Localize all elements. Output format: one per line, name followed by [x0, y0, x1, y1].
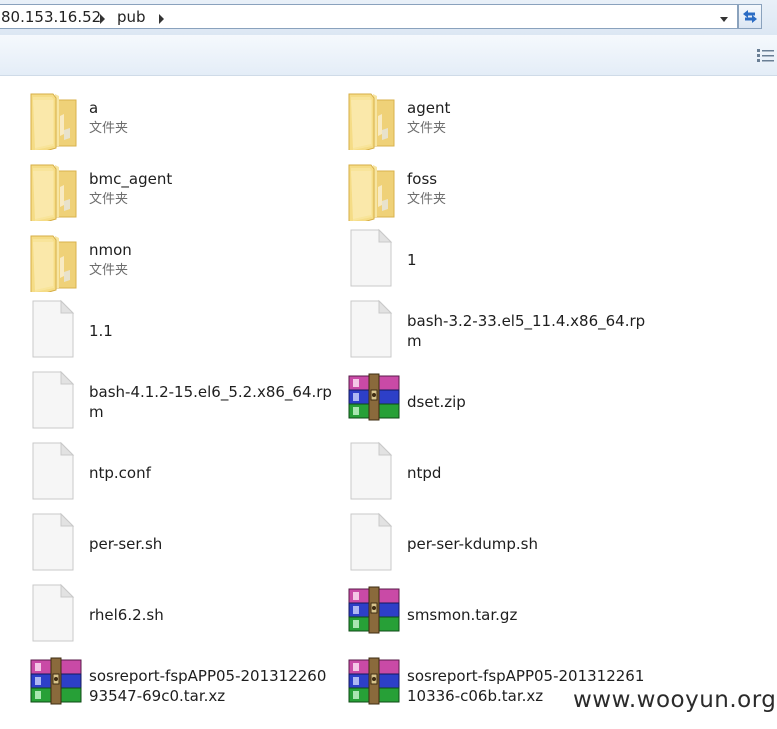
file-item[interactable]: per-ser.sh: [27, 512, 337, 576]
item-name: bash-4.1.2-15.el6_5.2.x86_64.rpm: [89, 383, 332, 421]
breadcrumb-separator-icon[interactable]: [159, 14, 164, 24]
item-name: bash-3.2-33.el5_11.4.x86_64.rpm: [407, 312, 646, 350]
item-name: foss: [407, 170, 438, 188]
folder-item[interactable]: nmon 文件夹: [27, 228, 337, 297]
file-item[interactable]: rhel6.2.sh: [27, 583, 337, 647]
address-dropdown-icon[interactable]: [717, 11, 731, 29]
breadcrumb-pub[interactable]: pub: [117, 8, 146, 26]
file-icon: [345, 228, 407, 292]
file-icon: [345, 441, 407, 505]
refresh-button[interactable]: [738, 4, 762, 29]
folder-icon: [345, 86, 407, 155]
file-icon: [345, 512, 407, 576]
item-type: 文件夹: [89, 192, 129, 207]
item-name: bmc_agent: [89, 170, 173, 188]
item-name: smsmon.tar.gz: [407, 606, 518, 624]
item-name: agent: [407, 99, 451, 117]
file-icon: [27, 299, 89, 363]
file-item[interactable]: 1: [345, 228, 655, 292]
item-type: 文件夹: [407, 121, 447, 136]
file-item[interactable]: ntp.conf: [27, 441, 337, 505]
item-name: ntp.conf: [89, 464, 151, 482]
watermark: www.wooyun.org: [570, 687, 777, 713]
file-item[interactable]: per-ser-kdump.sh: [345, 512, 655, 576]
item-name: 1.1: [89, 322, 113, 340]
item-type: 文件夹: [89, 121, 129, 136]
view-options-button[interactable]: [755, 45, 777, 65]
address-bar-area: 80.153.16.52 pub: [0, 0, 777, 35]
archive-icon: [345, 583, 407, 647]
file-item[interactable]: bash-3.2-33.el5_11.4.x86_64.rpm: [345, 299, 655, 363]
file-icon: [27, 512, 89, 576]
file-icon: [345, 299, 407, 363]
item-type: 文件夹: [89, 263, 129, 278]
breadcrumb-host[interactable]: 80.153.16.52: [1, 8, 101, 26]
folder-item[interactable]: a 文件夹: [27, 86, 337, 155]
item-name: sosreport-fspAPP05-20131226093547-69c0.t…: [89, 667, 327, 705]
item-name: per-ser.sh: [89, 535, 163, 553]
folder-item[interactable]: foss 文件夹: [345, 157, 655, 226]
folder-item[interactable]: agent 文件夹: [345, 86, 655, 155]
file-item[interactable]: ntpd: [345, 441, 655, 505]
item-name: a: [89, 99, 99, 117]
file-item[interactable]: sosreport-fspAPP05-20131226093547-69c0.t…: [27, 654, 337, 718]
address-bar[interactable]: 80.153.16.52 pub: [0, 4, 738, 29]
item-name: ntpd: [407, 464, 442, 482]
refresh-icon: [743, 10, 757, 23]
item-name: 1: [407, 251, 417, 269]
item-type: 文件夹: [407, 192, 447, 207]
toolbar: [0, 35, 777, 76]
archive-icon: [345, 654, 407, 718]
folder-icon: [27, 86, 89, 155]
folder-icon: [27, 157, 89, 226]
file-list: a 文件夹 agent 文件夹 bmc_agent 文件夹 foss 文件夹 nmon 文件夹 1 1…: [0, 76, 777, 729]
folder-item[interactable]: bmc_agent 文件夹: [27, 157, 337, 226]
file-icon: [27, 583, 89, 647]
view-list-icon: [757, 49, 774, 62]
file-icon: [27, 370, 89, 434]
folder-icon: [345, 157, 407, 226]
file-item[interactable]: bash-4.1.2-15.el6_5.2.x86_64.rpm: [27, 370, 337, 434]
archive-icon: [345, 370, 407, 434]
archive-icon: [27, 654, 89, 718]
file-icon: [27, 441, 89, 505]
item-name: rhel6.2.sh: [89, 606, 164, 624]
item-name: nmon: [89, 241, 132, 259]
folder-icon: [27, 228, 89, 297]
file-item[interactable]: 1.1: [27, 299, 337, 363]
item-name: dset.zip: [407, 393, 466, 411]
file-item[interactable]: smsmon.tar.gz: [345, 583, 655, 647]
item-name: per-ser-kdump.sh: [407, 535, 538, 553]
breadcrumb-separator-icon[interactable]: [100, 14, 105, 24]
file-item[interactable]: dset.zip: [345, 370, 655, 434]
